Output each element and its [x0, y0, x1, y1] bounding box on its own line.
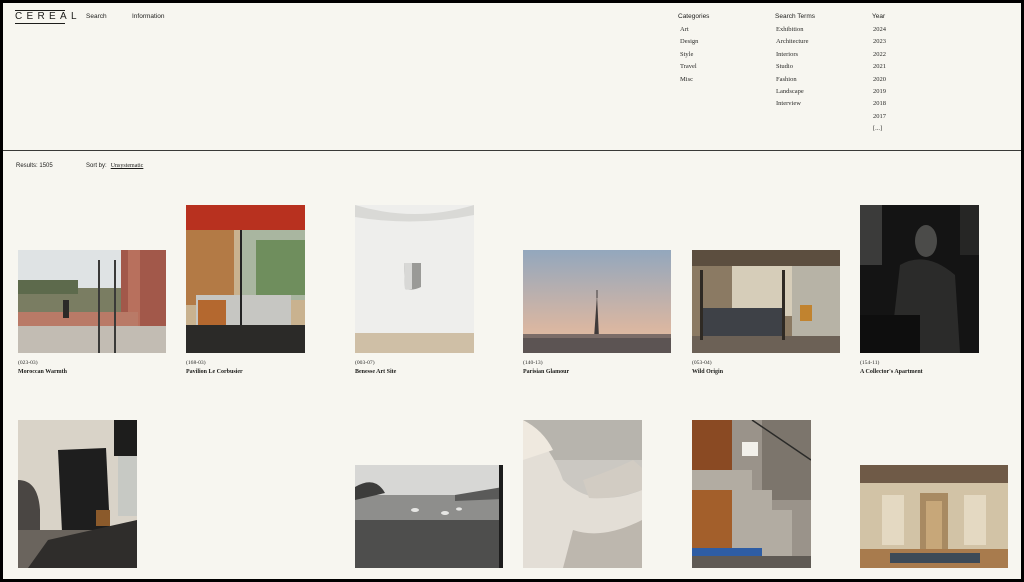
- article-title[interactable]: Wild Origin: [692, 369, 723, 375]
- white-gallery-photo[interactable]: [355, 205, 474, 353]
- year-2020[interactable]: 2020: [873, 75, 886, 87]
- categories-list: Art Design Style Travel Misc: [680, 25, 698, 87]
- article-code: (154-11): [860, 360, 880, 366]
- page: CEREAL Search Information Categories Art…: [3, 3, 1021, 579]
- article-title[interactable]: Parisian Glamour: [523, 369, 569, 375]
- sort-label: Sort by:: [86, 163, 107, 169]
- year-2019[interactable]: 2019: [873, 87, 886, 99]
- eiffel-tower-photo[interactable]: [523, 250, 671, 353]
- term-exhibition[interactable]: Exhibition: [776, 25, 808, 37]
- article-code: (003-07): [355, 360, 375, 366]
- year-2024[interactable]: 2024: [873, 25, 886, 37]
- year-2023[interactable]: 2023: [873, 37, 886, 49]
- results-label: Results:: [16, 163, 38, 169]
- article-code: (168-03): [186, 360, 206, 366]
- article-code: (023-03): [18, 360, 38, 366]
- year-list: 2024 2023 2022 2021 2020 2019 2018 2017 …: [873, 25, 886, 137]
- portrait-photo[interactable]: [860, 205, 979, 353]
- category-design[interactable]: Design: [680, 37, 698, 49]
- category-travel[interactable]: Travel: [680, 62, 698, 74]
- results-value: 1505: [39, 163, 53, 169]
- article-title[interactable]: Pavilion Le Corbusier: [186, 369, 243, 375]
- year-2021[interactable]: 2021: [873, 62, 886, 74]
- nav-information-link[interactable]: Information: [132, 13, 165, 20]
- horse-photo[interactable]: [523, 420, 642, 568]
- sort-option-link[interactable]: Unsystematic: [111, 163, 144, 169]
- field-landscape-photo[interactable]: [355, 465, 503, 568]
- term-interview[interactable]: Interview: [776, 99, 808, 111]
- search-terms-heading: Search Terms: [775, 13, 815, 20]
- year-2018[interactable]: 2018: [873, 99, 886, 111]
- year-heading: Year: [872, 13, 886, 20]
- search-terms-list: Exhibition Architecture Interiors Studio…: [776, 25, 808, 112]
- year-more[interactable]: [...]: [873, 124, 886, 136]
- courtyard-photo[interactable]: [18, 250, 166, 353]
- bedroom-photo[interactable]: [692, 250, 840, 353]
- term-landscape[interactable]: Landscape: [776, 87, 808, 99]
- term-interiors[interactable]: Interiors: [776, 50, 808, 62]
- studio-photo[interactable]: [18, 420, 137, 568]
- article-title[interactable]: A Collector's Apartment: [860, 369, 923, 375]
- header-divider: [3, 150, 1021, 151]
- article-code: (140-13): [523, 360, 543, 366]
- category-art[interactable]: Art: [680, 25, 698, 37]
- term-fashion[interactable]: Fashion: [776, 75, 808, 87]
- year-2022[interactable]: 2022: [873, 50, 886, 62]
- article-title[interactable]: Moroccan Warmth: [18, 369, 67, 375]
- nav-search-link[interactable]: Search: [86, 13, 107, 20]
- concrete-stairs-photo[interactable]: [692, 420, 811, 568]
- category-style[interactable]: Style: [680, 50, 698, 62]
- cereal-logo[interactable]: CEREAL: [15, 10, 77, 24]
- term-architecture[interactable]: Architecture: [776, 37, 808, 49]
- article-title[interactable]: Benesse Art Site: [355, 369, 396, 375]
- results-count: Results: 1505: [16, 163, 53, 169]
- term-studio[interactable]: Studio: [776, 62, 808, 74]
- sort-control: Sort by: Unsystematic: [86, 163, 143, 169]
- category-misc[interactable]: Misc: [680, 75, 698, 87]
- kitchen-interior-photo[interactable]: [186, 205, 305, 353]
- categories-heading: Categories: [678, 13, 710, 20]
- palazzo-interior-photo[interactable]: [860, 465, 1008, 568]
- article-code: (053-04): [692, 360, 712, 366]
- year-2017[interactable]: 2017: [873, 112, 886, 124]
